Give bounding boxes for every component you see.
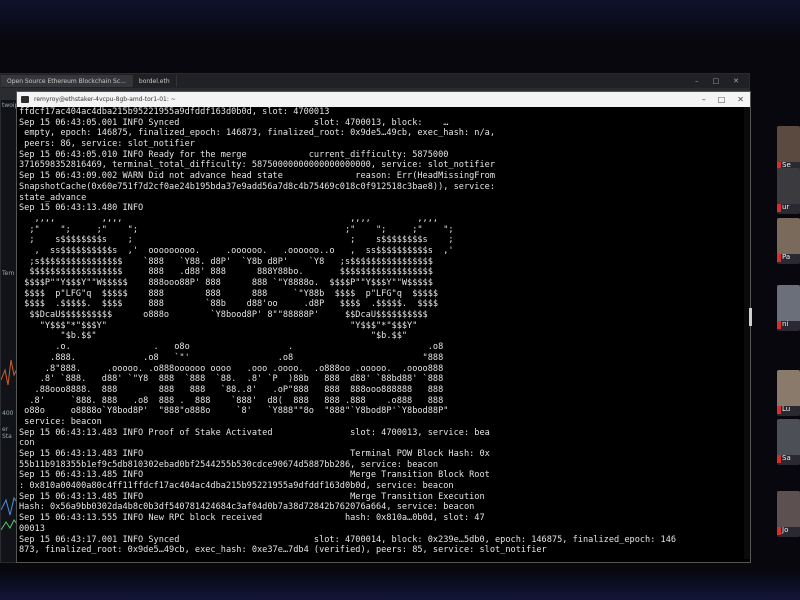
terminal-line: Sep 15 06:43:13.555 INFO New RPC block r… [19,513,485,524]
maximize-icon[interactable]: □ [718,95,726,104]
terminal-line: ;" "; ;" "; ;" "; ;" "; [19,224,454,235]
browser-tab-bordel[interactable]: bordel.eth [133,75,177,87]
muted-mic-icon [777,455,781,463]
participant-name: ni [782,320,789,328]
muted-mic-icon [777,406,781,414]
participant-name: Jo [782,526,789,534]
terminal-line: Sep 15 06:43:13.485 INFO Merge Transitio… [19,491,485,502]
minimize-icon[interactable]: – [702,95,706,104]
terminal-line: : 0x810a00400a80c4ff11ffdcf17ac404ac4dba… [19,481,454,492]
participant-tile[interactable]: Se [777,126,800,172]
terminal-line: , ss$$$$$$$$$$s ,' ooooooooo. .oooooo. .… [19,245,454,256]
minimize-icon[interactable]: – [695,77,699,85]
participant-name: ur [782,203,790,211]
browser-tab-label: Open Source Ethereum Blockchain Sc... [7,77,126,85]
strip-label: Tem [2,270,15,277]
terminal-line: $$$$ .$$$$$. $$$$ 888 `88b d88'oo .d8P $… [19,299,439,310]
terminal-line: empty, epoch: 146875, finalized_epoch: 1… [19,128,495,139]
terminal-line: service: beacon [19,416,102,427]
terminal-line: peers: 86, service: slot_notifier [19,139,195,150]
terminal-line: 00013 [19,523,45,534]
terminal-line: ; s$$$$$$$$s ; ; s$$$$$$$$s ; [19,235,454,246]
browser-tab-bar: Open Source Ethereum Blockchain Sc... bo… [1,74,749,88]
desktop-bottom-band [0,570,800,600]
terminal-line: 873, finalized_root: 0x9de5…49cb, exec_h… [19,545,547,556]
terminal-line: .8"888. .ooooo. .o888oooooo oooo .ooo .o… [19,363,444,374]
terminal-line: Sep 15 06:43:09.002 WARN Did not advance… [19,171,495,182]
terminal-line: Sep 15 06:43:05.001 INFO Synced slot: 47… [19,117,449,128]
participant-tile[interactable]: ni [777,285,800,331]
terminal-line: Sep 15 06:43:13.483 INFO Proof of Stake … [19,427,490,438]
participant-video [777,218,800,254]
terminal-line: "$b.$$" "$b.$$" [19,331,408,342]
terminal-line: Sep 15 06:43:13.485 INFO Merge Transitio… [19,470,490,481]
terminal-line: .8' `888. 888 .o8 888 . 888 `888' d8( 88… [19,395,444,406]
terminal-line: $$$$ p"LFG"q $$$$$ 888 888 888 `"Y88b $$… [19,288,439,299]
participant-video [777,168,800,204]
terminal-line: ,,,, ,,,, ,,,, ,,,, [19,213,439,224]
participant-name: Pa [782,253,791,261]
participant-name: Lu [782,405,791,413]
participant-tile[interactable]: Pa [777,218,800,264]
participant-tile[interactable]: Sa [777,419,800,465]
close-icon[interactable]: ✕ [737,95,744,104]
terminal-line: "Y$$$"*"$$$Y" "Y$$$"*"$$$Y" [19,320,418,331]
terminal-line: SnapshotCache(0x60e751f7d2cf0ae24b195bda… [19,181,495,192]
muted-mic-icon [777,254,781,262]
participant-video [777,419,800,455]
muted-mic-icon [777,527,781,535]
resize-handle[interactable] [749,308,752,326]
terminal-line: .8' `888. d88' `"Y8 888 `888 `88. .8' `P… [19,374,444,385]
terminal-icon [21,96,29,103]
participant-tile[interactable]: Lu [777,370,800,416]
terminal-line: $$$$P""Y$$$Y""W$$$$$ 888ooo88P' 888 888 … [19,278,433,288]
participant-name: Sa [782,454,791,462]
terminal-title-bar[interactable]: remyroy@ethstaker-4vcpu-8gb-amd-tor1-01:… [17,92,750,107]
desktop-top-band [0,0,800,36]
terminal-title: remyroy@ethstaker-4vcpu-8gb-amd-tor1-01:… [34,96,176,103]
terminal-output[interactable]: ffdcf17ac404ac4dba215b95221955a9dfddf163… [19,107,747,559]
terminal-line: .888. .o8 `"' .o8 "888 [19,352,444,363]
terminal-line: con [19,438,35,449]
terminal-line: ;s$$$$$$$$$$$$$$$$ `888 `Y88. d8P' `Y8b … [19,256,433,267]
muted-mic-icon [777,321,781,329]
terminal-window-controls: – □ ✕ [702,95,750,104]
close-icon[interactable]: ✕ [733,77,739,85]
browser-tab-ethereum[interactable]: Open Source Ethereum Blockchain Sc... [1,75,133,87]
terminal-scrollbar[interactable] [744,107,750,559]
maximize-icon[interactable]: □ [713,77,720,85]
terminal-line: o88o o8888o`Y8bod8P' "888"o888o `8' `Y88… [19,406,449,417]
terminal-line: state_advance [19,192,87,203]
terminal-line: Hash: 0x56a9bb0302da4b8c0b3df54078142468… [19,502,475,513]
terminal-window[interactable]: remyroy@ethstaker-4vcpu-8gb-amd-tor1-01:… [16,91,751,563]
video-participants-column: Se ur Pa ni Lu Sa Jo [773,88,800,568]
participant-video [777,491,800,527]
terminal-line: 3716598352816469, terminal_total_difficu… [19,160,495,171]
muted-mic-icon [777,204,781,212]
participant-tile[interactable]: Jo [777,491,800,537]
terminal-line: .o. . o8o . .o8 [19,342,444,353]
terminal-line: Sep 15 06:43:13.480 INFO [19,203,144,214]
participant-video [777,285,800,321]
browser-window-controls: – □ ✕ [695,77,749,85]
terminal-line: .88ooo8888. 888 888 888 `88..8' .oP"888 … [19,384,444,395]
terminal-line: $$DcaU$$$$$$$$$$ o888o `Y8bood8P' 8""888… [19,310,428,321]
terminal-line: 55b11b918355b1ef9c5db810302ebad0bf254425… [19,459,439,470]
participant-video [777,370,800,406]
terminal-line: Sep 15 06:43:13.483 INFO Terminal POW Bl… [19,449,490,459]
strip-label: 400 [2,410,14,417]
terminal-line: Sep 15 06:43:17.001 INFO Synced slot: 47… [19,534,677,545]
terminal-line: $$$$$$$$$$$$$$$$$$ 888 .d88' 888 888Y88b… [19,267,433,278]
participant-tile[interactable]: ur [777,168,800,214]
terminal-line: Sep 15 06:43:05.010 INFO Ready for the m… [19,149,449,160]
browser-tab-label: bordel.eth [138,77,170,85]
terminal-line: ffdcf17ac404ac4dba215b95221955a9dfddf163… [19,107,330,117]
participant-video [777,126,800,162]
